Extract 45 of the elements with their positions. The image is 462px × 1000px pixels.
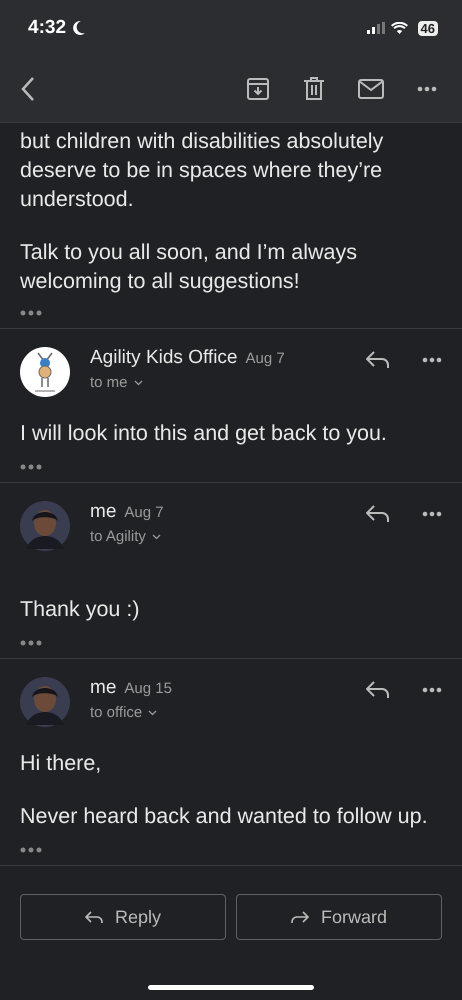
sender-name: me xyxy=(90,677,116,699)
wifi-icon xyxy=(390,22,408,34)
battery-indicator: 46 xyxy=(418,20,438,36)
reply-icon xyxy=(84,910,103,924)
more-icon[interactable] xyxy=(422,511,442,517)
chevron-icon xyxy=(148,710,158,716)
message-text: Talk to you all soon, and I’m always welcoming to all suggestions! xyxy=(20,239,358,295)
message-text: but children with disabilities absolutely deserve to be in spaces where they’re understood. xyxy=(20,128,384,213)
show-trimmed-icon[interactable] xyxy=(20,847,42,853)
message-text: I will look into this and get back to you. xyxy=(20,420,388,447)
reply-icon[interactable] xyxy=(366,505,390,523)
status-time: 4:32 xyxy=(28,17,66,39)
trash-icon[interactable] xyxy=(303,77,325,101)
show-trimmed-icon[interactable] xyxy=(20,310,42,316)
chevron-icon xyxy=(152,534,161,540)
avatar-logo-drawing xyxy=(20,347,70,397)
recipients-toggle[interactable]: to Agility xyxy=(90,528,164,545)
back-icon[interactable] xyxy=(20,76,36,102)
reply-icon[interactable] xyxy=(366,681,390,699)
avatar-person-drawing xyxy=(20,501,70,551)
more-icon[interactable] xyxy=(417,86,437,92)
show-trimmed-icon[interactable] xyxy=(20,464,42,470)
message-text: Hi there, xyxy=(20,750,102,777)
message-date: Aug 7 xyxy=(245,350,285,367)
forward-icon xyxy=(290,910,309,924)
recipients-toggle[interactable]: to office xyxy=(90,704,172,721)
message-date: Aug 15 xyxy=(124,680,172,697)
message-text: Thank you :) xyxy=(20,596,140,623)
message-date: Aug 7 xyxy=(124,504,164,521)
moon-icon xyxy=(72,20,86,36)
sender-name: Agility Kids Office xyxy=(90,347,238,369)
more-icon[interactable] xyxy=(422,687,442,693)
reply-button[interactable]: Reply xyxy=(20,894,226,940)
reply-icon[interactable] xyxy=(366,351,390,369)
archive-icon[interactable] xyxy=(246,77,270,101)
mail-icon[interactable] xyxy=(358,79,384,99)
forward-button[interactable]: Forward xyxy=(236,894,442,940)
chevron-icon xyxy=(134,380,143,386)
sender-name: me xyxy=(90,501,116,523)
avatar-person-drawing xyxy=(20,677,70,727)
recipients-toggle[interactable]: to me xyxy=(90,374,285,391)
show-trimmed-icon[interactable] xyxy=(20,640,42,646)
more-icon[interactable] xyxy=(422,357,442,363)
message-text: Never heard back and wanted to follow up. xyxy=(20,803,429,830)
signal-icon xyxy=(366,22,385,34)
